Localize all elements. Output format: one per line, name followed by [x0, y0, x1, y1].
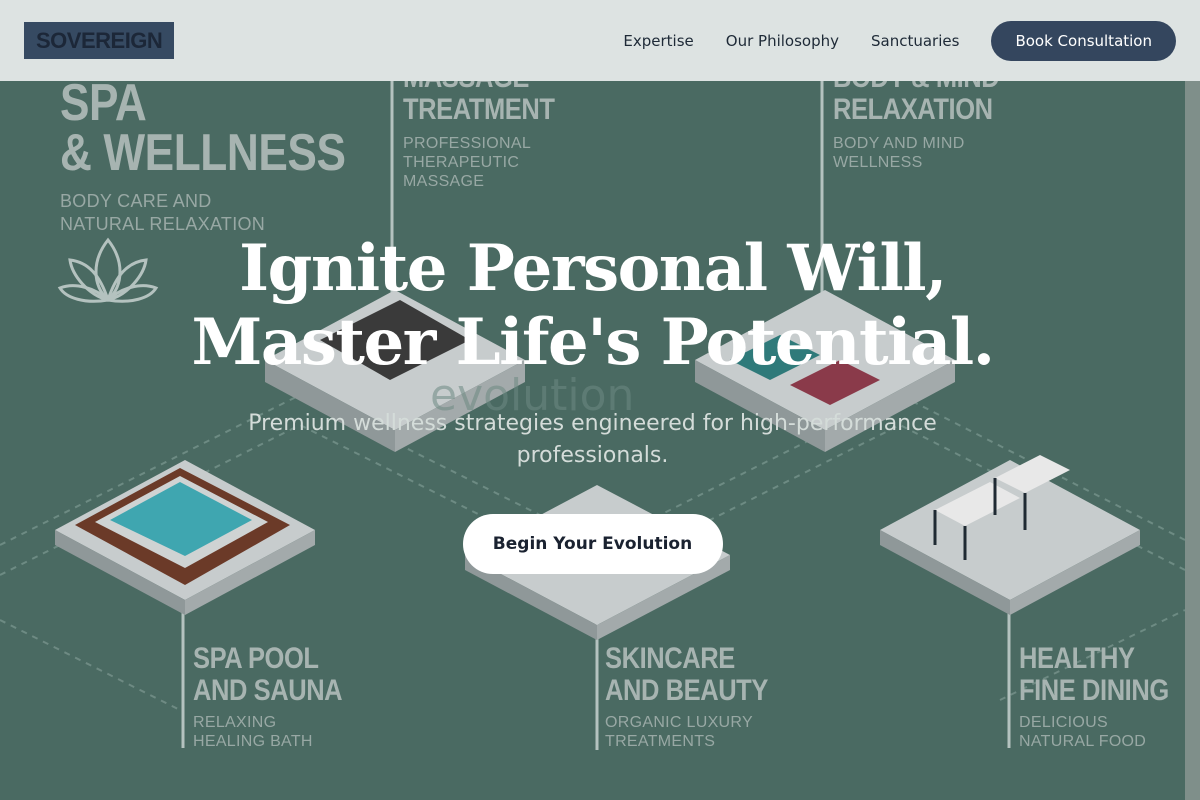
skincare-title-1: SKINCARE	[605, 642, 735, 675]
mind-sub-2: WELLNESS	[833, 154, 923, 171]
pool-sub-2: HEALING BATH	[193, 733, 313, 750]
dining-title-2: FINE DINING	[1019, 674, 1169, 707]
pool-sub-1: RELAXING	[193, 714, 277, 731]
massage-label: MASSAGE TREATMENT PROFESSIONAL THERAPEUT…	[403, 62, 581, 191]
mind-title-2: RELAXATION	[833, 93, 993, 126]
skincare-title-2: AND BEAUTY	[605, 674, 768, 707]
brand-logo[interactable]: SOVEREIGN	[24, 22, 175, 59]
dining-title-1: HEALTHY	[1019, 642, 1135, 675]
mind-sub-1: BODY AND MIND	[833, 135, 965, 152]
dining-sub-2: NATURAL FOOD	[1019, 733, 1147, 750]
pool-title-1: SPA POOL	[193, 642, 319, 675]
pool-label: SPA POOL AND SAUNA RELAXING HEALING BATH	[193, 643, 369, 751]
main-nav: Expertise Our Philosophy Sanctuaries Boo…	[623, 20, 1176, 61]
spa-sub-1: BODY CARE AND	[60, 191, 212, 211]
spa-title-2: & WELLNESS	[60, 124, 346, 182]
dining-sub-1: DELICIOUS	[1019, 714, 1108, 731]
nav-link-expertise[interactable]: Expertise	[623, 32, 693, 50]
massage-sub-2: THERAPEUTIC	[403, 154, 520, 171]
hero-headline-line-1: Ignite Personal Will,	[239, 231, 947, 306]
spa-title-1: SPA	[60, 74, 147, 132]
book-consultation-button[interactable]: Book Consultation	[991, 20, 1176, 61]
skincare-sub-1: ORGANIC LUXURY	[605, 714, 753, 731]
hero-headline: Ignite Personal Will, Master Life's Pote…	[0, 232, 1185, 380]
nav-link-philosophy[interactable]: Our Philosophy	[726, 32, 839, 50]
spa-wellness-label: SPA & WELLNESS BODY CARE AND NATURAL REL…	[60, 74, 396, 236]
hero-headline-line-2: Master Life's Potential.	[191, 305, 995, 380]
hero-subheadline: Premium wellness strategies engineered f…	[248, 411, 937, 468]
massage-title-2: TREATMENT	[403, 93, 555, 126]
hero-section: Ignite Personal Will, Master Life's Pote…	[0, 232, 1185, 574]
begin-evolution-button[interactable]: Begin Your Evolution	[462, 514, 723, 574]
massage-sub-3: MASSAGE	[403, 173, 485, 190]
skincare-label: SKINCARE AND BEAUTY ORGANIC LUXURY TREAT…	[605, 643, 797, 751]
pool-title-2: AND SAUNA	[193, 674, 343, 707]
nav-link-sanctuaries[interactable]: Sanctuaries	[871, 32, 959, 50]
massage-sub-1: PROFESSIONAL	[403, 135, 532, 152]
skincare-sub-2: TREATMENTS	[605, 733, 716, 750]
site-header: SOVEREIGN Expertise Our Philosophy Sanct…	[0, 0, 1200, 81]
dining-label: HEALTHY FINE DINING DELICIOUS NATURAL FO…	[1019, 643, 1195, 751]
